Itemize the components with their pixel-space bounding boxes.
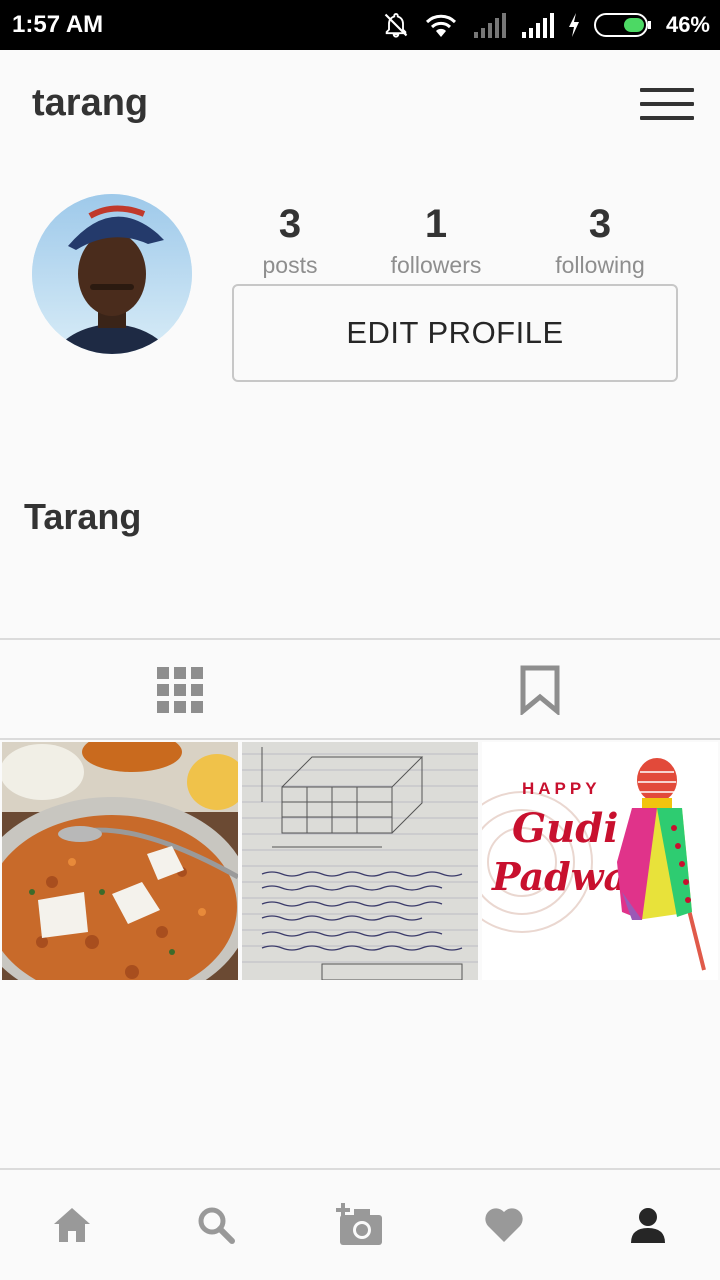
profile-stats: 3 posts 1 followers 3 following <box>232 198 680 284</box>
stat-followers-value: 1 <box>424 202 448 246</box>
edit-profile-button[interactable]: EDIT PROFILE <box>232 284 678 382</box>
stat-followers[interactable]: 1 followers <box>366 198 506 280</box>
profile-avatar[interactable] <box>32 194 192 354</box>
handwritten-notes-photo <box>242 742 478 980</box>
menu-icon <box>640 116 694 120</box>
options-menu-button[interactable] <box>640 88 696 122</box>
nav-search[interactable] <box>144 1170 288 1280</box>
battery-percent: 46% <box>665 12 710 37</box>
status-time: 1:57 AM <box>12 11 104 38</box>
wifi-icon <box>425 14 457 37</box>
home-icon <box>54 1208 90 1242</box>
stat-following[interactable]: 3 following <box>530 198 670 280</box>
greeting-line1: HAPPY <box>522 779 601 798</box>
profile-icon <box>631 1208 665 1243</box>
menu-icon <box>640 102 694 106</box>
camera-add-icon <box>336 1203 382 1245</box>
nav-home[interactable] <box>0 1170 144 1280</box>
stat-following-value: 3 <box>588 202 612 246</box>
search-icon <box>198 1207 235 1244</box>
charging-icon <box>568 13 579 37</box>
gudi-padwa-greeting: HAPPY Gudi Padwa <box>482 742 718 980</box>
stat-followers-label: followers <box>390 252 482 278</box>
signal-icon-sim2 <box>521 13 554 38</box>
profile-tabs <box>0 638 720 740</box>
tab-saved[interactable] <box>360 640 720 740</box>
stat-posts-value: 3 <box>278 202 302 246</box>
nav-profile[interactable] <box>576 1170 720 1280</box>
post-thumbnail[interactable]: HAPPY Gudi Padwa <box>482 742 718 980</box>
status-icons: 46% <box>382 9 710 41</box>
battery-icon <box>593 13 651 37</box>
bookmark-icon <box>520 665 560 715</box>
menu-icon <box>640 88 694 92</box>
signal-icon-sim1 <box>473 13 506 38</box>
stat-posts[interactable]: 3 posts <box>220 198 360 280</box>
notifications-off-icon <box>384 13 408 38</box>
food-plate-photo <box>2 742 238 980</box>
grid-icon <box>157 667 203 713</box>
bottom-navigation <box>0 1168 720 1280</box>
profile-username: tarang <box>32 82 149 124</box>
greeting-line2: Gudi <box>512 805 618 852</box>
stat-following-label: following <box>555 252 645 278</box>
profile-full-name: Tarang <box>24 496 142 537</box>
post-thumbnail[interactable] <box>2 742 238 980</box>
status-bar: 1:57 AM 46% <box>0 0 720 50</box>
posts-grid: HAPPY Gudi Padwa <box>0 742 720 980</box>
stat-posts-label: posts <box>262 252 318 278</box>
greeting-line3: Padwa <box>491 854 628 899</box>
tab-grid[interactable] <box>0 640 360 740</box>
post-thumbnail[interactable] <box>242 742 478 980</box>
heart-icon <box>485 1208 523 1242</box>
avatar-photo <box>32 194 192 354</box>
nav-activity[interactable] <box>432 1170 576 1280</box>
nav-camera[interactable] <box>288 1170 432 1280</box>
